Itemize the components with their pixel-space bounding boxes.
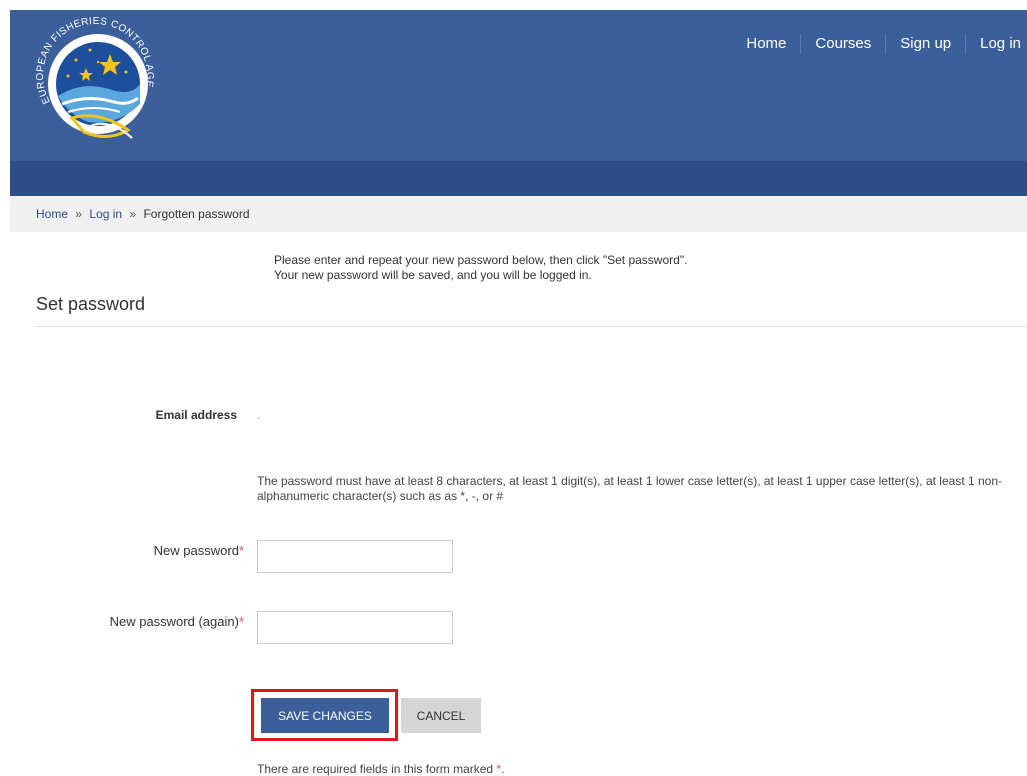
breadcrumb-home[interactable]: Home	[36, 207, 68, 221]
instructions-line-1: Please enter and repeat your new passwor…	[274, 253, 688, 267]
required-marker: *	[238, 543, 244, 558]
new-password-again-input[interactable]	[257, 611, 453, 644]
header-subbar	[10, 161, 1027, 196]
page-title: Set password	[36, 294, 146, 314]
breadcrumb: Home » Log in » Forgotten password	[10, 196, 1027, 232]
breadcrumb-separator: »	[75, 207, 83, 221]
email-value: .	[257, 408, 261, 422]
password-policy: The password must have at least 8 charac…	[257, 474, 1003, 503]
divider	[36, 326, 1027, 327]
new-password-input[interactable]	[257, 540, 453, 573]
main-nav: Home Courses Sign up Log in	[732, 34, 1027, 54]
breadcrumb-current: Forgotten password	[143, 207, 250, 221]
nav-courses[interactable]: Courses	[800, 34, 885, 54]
nav-home[interactable]: Home	[732, 34, 800, 54]
required-fields-note: There are required fields in this form m…	[257, 762, 504, 776]
efca-logo[interactable]: EUROPEAN FISHERIES CONTROL AGENCY	[28, 14, 168, 154]
required-fields-note-text: There are required fields in this form m…	[257, 762, 494, 776]
required-marker: *	[238, 614, 244, 629]
new-password-label: New password*	[154, 543, 244, 558]
required-fields-note-end: .	[501, 762, 505, 776]
nav-login[interactable]: Log in	[965, 34, 1027, 54]
instructions: Please enter and repeat your new passwor…	[274, 253, 687, 283]
cancel-button[interactable]: CANCEL	[401, 698, 481, 733]
nav-signup[interactable]: Sign up	[885, 34, 965, 54]
save-changes-button[interactable]: SAVE CHANGES	[261, 698, 389, 733]
breadcrumb-login[interactable]: Log in	[89, 207, 122, 221]
instructions-line-2: Your new password will be saved, and you…	[274, 268, 592, 282]
new-password-label-text: New password	[153, 543, 239, 558]
email-label: Email address	[155, 408, 237, 422]
breadcrumb-separator: »	[129, 207, 137, 221]
new-password-again-label: New password (again)*	[110, 614, 244, 629]
site-header: EUROPEAN FISHERIES CONTROL AGENCY Home C…	[10, 10, 1027, 161]
new-password-again-label-text: New password (again)	[109, 614, 239, 629]
